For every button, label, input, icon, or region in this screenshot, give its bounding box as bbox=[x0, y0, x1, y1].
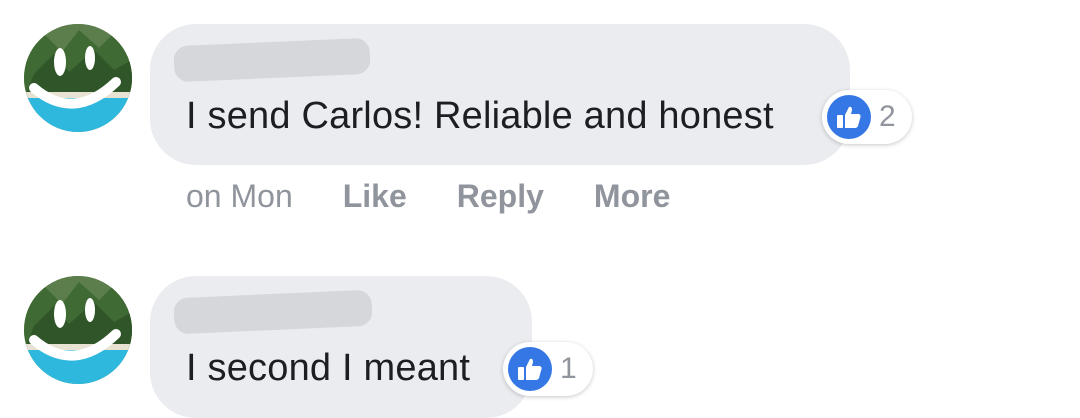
like-button[interactable]: Like bbox=[343, 178, 407, 215]
smiley-avatar-image bbox=[24, 24, 132, 132]
like-icon bbox=[508, 347, 552, 391]
comment-actions: on Mon Like Reply More bbox=[186, 178, 720, 215]
reaction-count: 2 bbox=[879, 100, 896, 133]
avatar[interactable] bbox=[24, 276, 132, 384]
comment: I second I meant 1 bbox=[0, 250, 1080, 418]
avatar[interactable] bbox=[24, 24, 132, 132]
more-button[interactable]: More bbox=[594, 178, 670, 215]
comment-text: I send Carlos! Reliable and honest bbox=[186, 95, 774, 137]
reaction-summary[interactable]: 1 bbox=[503, 342, 593, 396]
comment: I send Carlos! Reliable and honest 2 on … bbox=[0, 0, 1080, 240]
redacted-author-name bbox=[173, 37, 371, 83]
like-icon bbox=[827, 95, 871, 139]
reaction-summary[interactable]: 2 bbox=[822, 90, 912, 144]
comment-bubble[interactable]: I second I meant bbox=[150, 276, 532, 418]
reaction-count: 1 bbox=[560, 352, 577, 385]
redacted-author-name bbox=[173, 289, 373, 335]
smiley-avatar-image bbox=[24, 276, 132, 384]
comment-bubble[interactable]: I send Carlos! Reliable and honest bbox=[150, 24, 850, 165]
timestamp[interactable]: on Mon bbox=[186, 178, 293, 215]
reply-button[interactable]: Reply bbox=[457, 178, 544, 215]
comment-text: I second I meant bbox=[186, 347, 471, 389]
